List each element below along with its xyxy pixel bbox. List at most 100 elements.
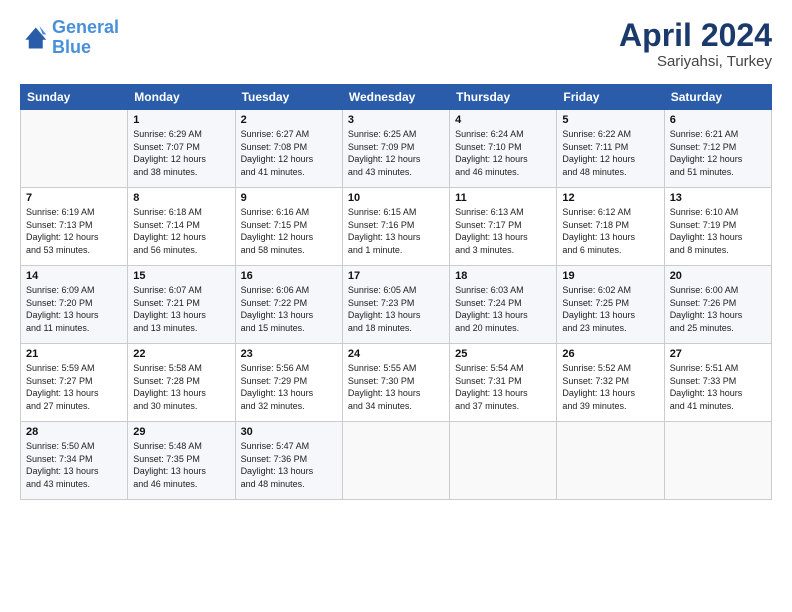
day-cell: 8 Sunrise: 6:18 AMSunset: 7:14 PMDaylight…: [128, 188, 235, 266]
location: Sariyahsi, Turkey: [619, 53, 772, 70]
day-number: 3: [348, 114, 444, 126]
day-info: Sunrise: 5:47 AMSunset: 7:36 PMDaylight:…: [241, 440, 337, 490]
day-number: 7: [26, 192, 122, 204]
logo-text: GeneralBlue: [52, 18, 119, 58]
day-info: Sunrise: 6:19 AMSunset: 7:13 PMDaylight:…: [26, 206, 122, 256]
day-info: Sunrise: 6:29 AMSunset: 7:07 PMDaylight:…: [133, 128, 229, 178]
day-cell: 11 Sunrise: 6:13 AMSunset: 7:17 PMDayligh…: [450, 188, 557, 266]
day-info: Sunrise: 5:51 AMSunset: 7:33 PMDaylight:…: [670, 362, 766, 412]
day-cell: 30 Sunrise: 5:47 AMSunset: 7:36 PMDayligh…: [235, 422, 342, 500]
week-row-2: 7 Sunrise: 6:19 AMSunset: 7:13 PMDaylight…: [21, 188, 772, 266]
day-cell: 7 Sunrise: 6:19 AMSunset: 7:13 PMDaylight…: [21, 188, 128, 266]
day-info: Sunrise: 6:10 AMSunset: 7:19 PMDaylight:…: [670, 206, 766, 256]
week-row-1: 1 Sunrise: 6:29 AMSunset: 7:07 PMDaylight…: [21, 110, 772, 188]
day-info: Sunrise: 5:52 AMSunset: 7:32 PMDaylight:…: [562, 362, 658, 412]
week-row-5: 28 Sunrise: 5:50 AMSunset: 7:34 PMDayligh…: [21, 422, 772, 500]
day-cell: 24 Sunrise: 5:55 AMSunset: 7:30 PMDayligh…: [342, 344, 449, 422]
day-info: Sunrise: 5:54 AMSunset: 7:31 PMDaylight:…: [455, 362, 551, 412]
day-cell: [342, 422, 449, 500]
day-number: 9: [241, 192, 337, 204]
day-info: Sunrise: 6:09 AMSunset: 7:20 PMDaylight:…: [26, 284, 122, 334]
day-cell: 2Sunrise: 6:27 AMSunset: 7:08 PMDaylight…: [235, 110, 342, 188]
day-info: Sunrise: 6:21 AMSunset: 7:12 PMDaylight:…: [670, 128, 766, 178]
col-tuesday: Tuesday: [235, 85, 342, 110]
day-number: 2: [241, 114, 337, 126]
day-cell: 29 Sunrise: 5:48 AMSunset: 7:35 PMDayligh…: [128, 422, 235, 500]
day-number: 12: [562, 192, 658, 204]
day-number: 21: [26, 348, 122, 360]
day-cell: 22 Sunrise: 5:58 AMSunset: 7:28 PMDayligh…: [128, 344, 235, 422]
day-number: 22: [133, 348, 229, 360]
day-number: 20: [670, 270, 766, 282]
day-info: Sunrise: 6:07 AMSunset: 7:21 PMDaylight:…: [133, 284, 229, 334]
day-number: 25: [455, 348, 551, 360]
day-info: Sunrise: 5:58 AMSunset: 7:28 PMDaylight:…: [133, 362, 229, 412]
day-info: Sunrise: 6:25 AMSunset: 7:09 PMDaylight:…: [348, 128, 444, 178]
day-cell: [21, 110, 128, 188]
day-number: 8: [133, 192, 229, 204]
day-number: 4: [455, 114, 551, 126]
day-info: Sunrise: 6:05 AMSunset: 7:23 PMDaylight:…: [348, 284, 444, 334]
week-row-4: 21 Sunrise: 5:59 AMSunset: 7:27 PMDayligh…: [21, 344, 772, 422]
day-info: Sunrise: 6:13 AMSunset: 7:17 PMDaylight:…: [455, 206, 551, 256]
day-info: Sunrise: 6:03 AMSunset: 7:24 PMDaylight:…: [455, 284, 551, 334]
day-info: Sunrise: 5:48 AMSunset: 7:35 PMDaylight:…: [133, 440, 229, 490]
calendar-table: Sunday Monday Tuesday Wednesday Thursday…: [20, 84, 772, 500]
col-friday: Friday: [557, 85, 664, 110]
day-cell: [664, 422, 771, 500]
day-number: 10: [348, 192, 444, 204]
day-cell: 28 Sunrise: 5:50 AMSunset: 7:34 PMDayligh…: [21, 422, 128, 500]
day-number: 17: [348, 270, 444, 282]
day-cell: 13 Sunrise: 6:10 AMSunset: 7:19 PMDayligh…: [664, 188, 771, 266]
day-cell: 15 Sunrise: 6:07 AMSunset: 7:21 PMDayligh…: [128, 266, 235, 344]
title-block: April 2024 Sariyahsi, Turkey: [619, 18, 772, 70]
day-cell: 14Sunrise: 6:09 AMSunset: 7:20 PMDayligh…: [21, 266, 128, 344]
day-cell: 18 Sunrise: 6:03 AMSunset: 7:24 PMDayligh…: [450, 266, 557, 344]
day-info: Sunrise: 6:15 AMSunset: 7:16 PMDaylight:…: [348, 206, 444, 256]
day-info: Sunrise: 6:18 AMSunset: 7:14 PMDaylight:…: [133, 206, 229, 256]
col-monday: Monday: [128, 85, 235, 110]
day-info: Sunrise: 5:59 AMSunset: 7:27 PMDaylight:…: [26, 362, 122, 412]
month-title: April 2024: [619, 18, 772, 53]
header-row: Sunday Monday Tuesday Wednesday Thursday…: [21, 85, 772, 110]
day-number: 16: [241, 270, 337, 282]
page: GeneralBlue April 2024 Sariyahsi, Turkey…: [0, 0, 792, 510]
day-number: 11: [455, 192, 551, 204]
day-cell: 27Sunrise: 5:51 AMSunset: 7:33 PMDayligh…: [664, 344, 771, 422]
day-number: 13: [670, 192, 766, 204]
day-number: 5: [562, 114, 658, 126]
day-number: 1: [133, 114, 229, 126]
day-info: Sunrise: 6:16 AMSunset: 7:15 PMDaylight:…: [241, 206, 337, 256]
day-cell: 25 Sunrise: 5:54 AMSunset: 7:31 PMDayligh…: [450, 344, 557, 422]
day-number: 28: [26, 426, 122, 438]
day-cell: 12Sunrise: 6:12 AMSunset: 7:18 PMDayligh…: [557, 188, 664, 266]
header: GeneralBlue April 2024 Sariyahsi, Turkey: [20, 18, 772, 70]
day-info: Sunrise: 5:56 AMSunset: 7:29 PMDaylight:…: [241, 362, 337, 412]
day-info: Sunrise: 6:02 AMSunset: 7:25 PMDaylight:…: [562, 284, 658, 334]
day-info: Sunrise: 5:50 AMSunset: 7:34 PMDaylight:…: [26, 440, 122, 490]
day-info: Sunrise: 6:24 AMSunset: 7:10 PMDaylight:…: [455, 128, 551, 178]
day-info: Sunrise: 6:22 AMSunset: 7:11 PMDaylight:…: [562, 128, 658, 178]
col-sunday: Sunday: [21, 85, 128, 110]
day-cell: 20 Sunrise: 6:00 AMSunset: 7:26 PMDayligh…: [664, 266, 771, 344]
day-cell: 26 Sunrise: 5:52 AMSunset: 7:32 PMDayligh…: [557, 344, 664, 422]
day-info: Sunrise: 5:55 AMSunset: 7:30 PMDaylight:…: [348, 362, 444, 412]
day-cell: 9 Sunrise: 6:16 AMSunset: 7:15 PMDaylight…: [235, 188, 342, 266]
col-saturday: Saturday: [664, 85, 771, 110]
day-cell: 6Sunrise: 6:21 AMSunset: 7:12 PMDaylight…: [664, 110, 771, 188]
day-cell: 23Sunrise: 5:56 AMSunset: 7:29 PMDayligh…: [235, 344, 342, 422]
day-cell: 3 Sunrise: 6:25 AMSunset: 7:09 PMDaylight…: [342, 110, 449, 188]
day-cell: 19Sunrise: 6:02 AMSunset: 7:25 PMDayligh…: [557, 266, 664, 344]
week-row-3: 14Sunrise: 6:09 AMSunset: 7:20 PMDayligh…: [21, 266, 772, 344]
day-cell: 17 Sunrise: 6:05 AMSunset: 7:23 PMDayligh…: [342, 266, 449, 344]
day-info: Sunrise: 6:00 AMSunset: 7:26 PMDaylight:…: [670, 284, 766, 334]
col-wednesday: Wednesday: [342, 85, 449, 110]
day-number: 26: [562, 348, 658, 360]
day-number: 24: [348, 348, 444, 360]
day-number: 18: [455, 270, 551, 282]
day-cell: [450, 422, 557, 500]
day-number: 30: [241, 426, 337, 438]
day-number: 15: [133, 270, 229, 282]
day-cell: [557, 422, 664, 500]
day-number: 29: [133, 426, 229, 438]
